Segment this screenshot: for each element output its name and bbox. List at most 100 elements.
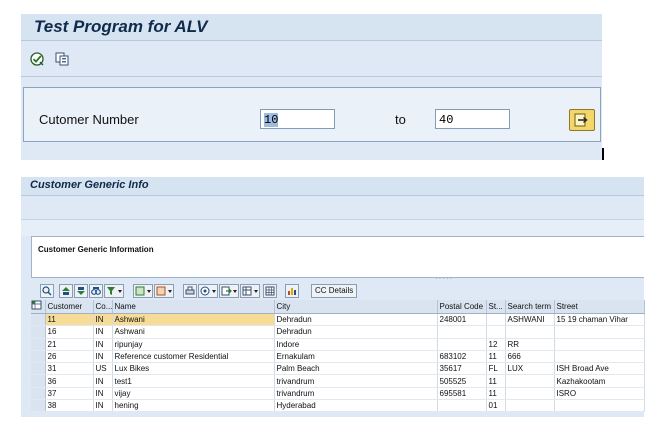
views-dropdown-icon[interactable] bbox=[198, 284, 218, 298]
cell[interactable] bbox=[437, 325, 487, 339]
row-selector[interactable] bbox=[31, 399, 46, 413]
cell[interactable]: 11 bbox=[486, 350, 506, 364]
cell[interactable]: 11 bbox=[486, 374, 506, 388]
column-header[interactable]: Postal Code bbox=[437, 300, 487, 314]
cell[interactable] bbox=[437, 338, 487, 351]
table-row[interactable]: 26 IN Reference customer Residential Ern… bbox=[31, 350, 645, 364]
cell[interactable]: 01 bbox=[486, 399, 506, 413]
cell[interactable]: 248001 bbox=[437, 313, 487, 327]
table-row[interactable]: 38 IN hening Hyderabad 01 bbox=[31, 399, 645, 413]
find-icon[interactable] bbox=[89, 284, 103, 298]
multiple-selection-button[interactable] bbox=[569, 109, 595, 131]
cell[interactable]: vijay bbox=[112, 387, 275, 401]
cell[interactable]: 11 bbox=[486, 387, 506, 401]
cell[interactable]: ISH Broad Ave bbox=[554, 362, 645, 376]
details-icon[interactable] bbox=[40, 284, 54, 298]
cell[interactable]: hening bbox=[112, 399, 275, 413]
cell[interactable] bbox=[486, 325, 506, 339]
row-selector[interactable] bbox=[31, 350, 46, 364]
row-selector[interactable] bbox=[31, 313, 46, 327]
cell[interactable] bbox=[505, 399, 555, 413]
cell[interactable]: 505525 bbox=[437, 374, 487, 388]
cell[interactable]: 12 bbox=[486, 338, 506, 351]
customer-number-from-input[interactable]: 10 bbox=[260, 109, 335, 129]
cell[interactable] bbox=[437, 399, 487, 413]
cell[interactable]: IN bbox=[93, 325, 113, 339]
row-selector[interactable] bbox=[31, 362, 46, 376]
cell[interactable]: ISRO bbox=[554, 387, 645, 401]
cell[interactable]: Dehradun bbox=[274, 325, 438, 339]
cell[interactable] bbox=[505, 374, 555, 388]
table-row[interactable]: 36 IN test1 trivandrum 505525 11 Kazhako… bbox=[31, 374, 645, 388]
sort-descending-icon[interactable] bbox=[74, 284, 88, 298]
cell[interactable]: IN bbox=[93, 350, 113, 364]
cell[interactable] bbox=[505, 325, 555, 339]
cell[interactable] bbox=[554, 338, 645, 351]
cell[interactable]: 15 19 chaman Vihar bbox=[554, 313, 645, 327]
cell[interactable]: ripunjay bbox=[112, 338, 275, 351]
table-row[interactable]: 31 US Lux Bikes Palm Beach 35617 FL LUX … bbox=[31, 362, 645, 376]
cell[interactable]: 26 bbox=[45, 350, 94, 364]
cell[interactable]: trivandrum bbox=[274, 374, 438, 388]
layout-dropdown-icon[interactable] bbox=[240, 284, 260, 298]
cell[interactable]: RR bbox=[505, 338, 555, 351]
row-selector[interactable] bbox=[31, 325, 46, 339]
sort-ascending-icon[interactable] bbox=[59, 284, 73, 298]
cell[interactable]: 695581 bbox=[437, 387, 487, 401]
cell[interactable]: IN bbox=[93, 313, 113, 327]
change-layout-icon[interactable] bbox=[263, 284, 277, 298]
cell[interactable]: IN bbox=[93, 387, 113, 401]
cell[interactable]: 666 bbox=[505, 350, 555, 364]
cell[interactable]: Ashwani bbox=[112, 325, 275, 339]
execute-check-icon[interactable] bbox=[27, 49, 47, 69]
column-header[interactable]: St... bbox=[486, 300, 506, 314]
cell[interactable]: FL bbox=[486, 362, 506, 376]
column-header[interactable]: Co... bbox=[93, 300, 113, 314]
table-row[interactable]: 11 IN Ashwani Dehradun 248001 ASHWANI 15… bbox=[31, 313, 645, 327]
cell[interactable]: 683102 bbox=[437, 350, 487, 364]
cell[interactable]: Ernakulam bbox=[274, 350, 438, 364]
cell[interactable] bbox=[505, 387, 555, 401]
column-header[interactable]: Customer bbox=[45, 300, 94, 314]
column-header[interactable]: City bbox=[274, 300, 438, 314]
cell[interactable]: Lux Bikes bbox=[112, 362, 275, 376]
cell[interactable]: Dehradun bbox=[274, 313, 438, 327]
cc-details-button[interactable]: CC Details bbox=[311, 284, 358, 298]
cell[interactable]: 21 bbox=[45, 338, 94, 351]
sum-dropdown-icon[interactable] bbox=[133, 284, 153, 298]
export-dropdown-icon[interactable] bbox=[219, 284, 239, 298]
column-header[interactable]: Street bbox=[554, 300, 645, 314]
row-selector[interactable] bbox=[31, 387, 46, 401]
cell[interactable] bbox=[554, 325, 645, 339]
select-all-icon[interactable] bbox=[31, 300, 46, 314]
cell[interactable]: trivandrum bbox=[274, 387, 438, 401]
cell[interactable]: test1 bbox=[112, 374, 275, 388]
cell[interactable]: 31 bbox=[45, 362, 94, 376]
cell[interactable]: 11 bbox=[45, 313, 94, 327]
subtotal-dropdown-icon[interactable] bbox=[154, 284, 174, 298]
cell[interactable]: Kazhakootam bbox=[554, 374, 645, 388]
cell[interactable]: IN bbox=[93, 399, 113, 413]
cell[interactable]: US bbox=[93, 362, 113, 376]
cell[interactable]: 16 bbox=[45, 325, 94, 339]
customer-number-to-input[interactable]: 40 bbox=[435, 109, 510, 129]
cell[interactable]: Indore bbox=[274, 338, 438, 351]
cell[interactable]: IN bbox=[93, 374, 113, 388]
column-header[interactable]: Name bbox=[112, 300, 275, 314]
row-selector[interactable] bbox=[31, 374, 46, 388]
splitter-grip[interactable]: ····· bbox=[435, 274, 453, 283]
cell[interactable] bbox=[554, 350, 645, 364]
cell[interactable]: 38 bbox=[45, 399, 94, 413]
cell[interactable]: Reference customer Residential bbox=[112, 350, 275, 364]
cell[interactable]: Ashwani bbox=[112, 313, 275, 327]
cell[interactable]: 36 bbox=[45, 374, 94, 388]
cell[interactable]: LUX bbox=[505, 362, 555, 376]
column-header[interactable]: Search term bbox=[505, 300, 555, 314]
cell[interactable]: 37 bbox=[45, 387, 94, 401]
cell[interactable]: 35617 bbox=[437, 362, 487, 376]
variant-copy-icon[interactable] bbox=[52, 49, 72, 69]
cell[interactable] bbox=[486, 313, 506, 327]
filter-dropdown-icon[interactable] bbox=[104, 284, 124, 298]
cell[interactable]: Palm Beach bbox=[274, 362, 438, 376]
cell[interactable]: Hyderabad bbox=[274, 399, 438, 413]
